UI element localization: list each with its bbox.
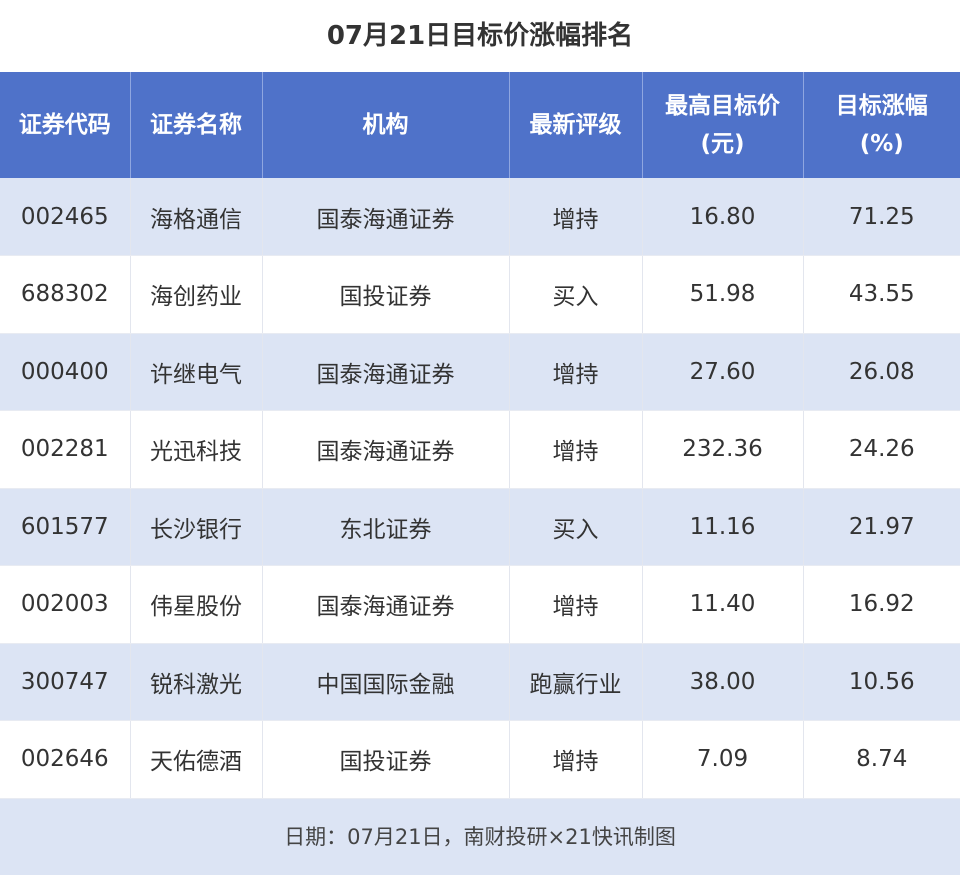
table-cell: 海格通信 bbox=[130, 178, 263, 256]
table-header: 证券代码 证券名称 机构 最新评级 最高目标价 (元) 目标涨幅 (%) bbox=[0, 72, 960, 178]
column-header: 证券名称 bbox=[130, 72, 263, 178]
column-header: 机构 bbox=[262, 72, 510, 178]
column-header-unit: (%) bbox=[859, 131, 904, 157]
table-cell: 买入 bbox=[509, 255, 643, 334]
table-cell: 7.09 bbox=[642, 720, 804, 799]
table-cell: 许继电气 bbox=[130, 333, 263, 411]
table-cell: 增持 bbox=[509, 720, 643, 799]
table-cell: 43.55 bbox=[803, 255, 960, 334]
table-row: 688302 海创药业 国投证券 买入 51.98 43.55 bbox=[0, 255, 960, 334]
column-header-label: 证券代码 bbox=[18, 112, 111, 138]
table-cell: 232.36 bbox=[642, 410, 804, 489]
table-cell: 国泰海通证券 bbox=[262, 178, 510, 256]
column-header-label: 目标涨幅 bbox=[835, 93, 928, 119]
column-header-label: 机构 bbox=[362, 112, 409, 138]
table-cell: 国泰海通证券 bbox=[262, 410, 510, 489]
table-cell: 买入 bbox=[509, 488, 643, 566]
table-cell: 26.08 bbox=[803, 333, 960, 411]
column-header-label: 最新评级 bbox=[529, 112, 622, 138]
column-header: 最新评级 bbox=[509, 72, 643, 178]
table-row: 002003 伟星股份 国泰海通证券 增持 11.40 16.92 bbox=[0, 565, 960, 644]
column-header: 目标涨幅 (%) bbox=[803, 72, 960, 178]
table-cell: 海创药业 bbox=[130, 255, 263, 334]
table-row: 002281 光迅科技 国泰海通证券 增持 232.36 24.26 bbox=[0, 410, 960, 489]
table-cell: 16.80 bbox=[642, 178, 804, 256]
table-cell: 27.60 bbox=[642, 333, 804, 411]
table-cell: 锐科激光 bbox=[130, 643, 263, 721]
table-cell: 002281 bbox=[0, 410, 131, 489]
table-cell: 国投证券 bbox=[262, 255, 510, 334]
table-cell: 增持 bbox=[509, 333, 643, 411]
column-header: 证券代码 bbox=[0, 72, 131, 178]
table-cell: 24.26 bbox=[803, 410, 960, 489]
table-cell: 增持 bbox=[509, 410, 643, 489]
table-cell: 71.25 bbox=[803, 178, 960, 256]
table-cell: 国泰海通证券 bbox=[262, 565, 510, 644]
table-cell: 8.74 bbox=[803, 720, 960, 799]
table-cell: 国泰海通证券 bbox=[262, 333, 510, 411]
column-header: 最高目标价 (元) bbox=[642, 72, 804, 178]
table-cell: 国投证券 bbox=[262, 720, 510, 799]
column-header-unit: (元) bbox=[700, 131, 745, 157]
table-cell: 伟星股份 bbox=[130, 565, 263, 644]
table-title: 07月21日目标价涨幅排名 bbox=[0, 0, 960, 72]
table-row: 601577 长沙银行 东北证券 买入 11.16 21.97 bbox=[0, 488, 960, 566]
table-cell: 38.00 bbox=[642, 643, 804, 721]
table-cell: 21.97 bbox=[803, 488, 960, 566]
table-cell: 300747 bbox=[0, 643, 131, 721]
table-cell: 601577 bbox=[0, 488, 131, 566]
table-cell: 中国国际金融 bbox=[262, 643, 510, 721]
column-header-label: 证券名称 bbox=[150, 112, 242, 138]
table-cell: 增持 bbox=[509, 178, 643, 256]
table-cell: 光迅科技 bbox=[130, 410, 263, 489]
footer-note: 日期：07月21日，南财投研×21快讯制图 bbox=[0, 799, 960, 875]
table-cell: 10.56 bbox=[803, 643, 960, 721]
table-row: 002646 天佑德酒 国投证券 增持 7.09 8.74 bbox=[0, 720, 960, 799]
table-cell: 002465 bbox=[0, 178, 131, 256]
table-cell: 11.16 bbox=[642, 488, 804, 566]
table-cell: 东北证券 bbox=[262, 488, 510, 566]
table-row: 300747 锐科激光 中国国际金融 跑赢行业 38.00 10.56 bbox=[0, 643, 960, 721]
table-row: 002465 海格通信 国泰海通证券 增持 16.80 71.25 bbox=[0, 178, 960, 256]
table-cell: 11.40 bbox=[642, 565, 804, 644]
table-cell: 002003 bbox=[0, 565, 131, 644]
table-cell: 长沙银行 bbox=[130, 488, 263, 566]
table-cell: 688302 bbox=[0, 255, 131, 334]
table-body: 002465 海格通信 国泰海通证券 增持 16.80 71.25 688302 海创药业 国投… bbox=[0, 178, 960, 799]
rating-table: 证券代码 证券名称 机构 最新评级 最高目标价 (元) 目标涨幅 (%) 002465 海格通信… bbox=[0, 72, 960, 799]
column-header-label: 最高目标价 bbox=[665, 93, 780, 119]
header-row: 证券代码 证券名称 机构 最新评级 最高目标价 (元) 目标涨幅 (%) bbox=[0, 72, 960, 178]
table-row: 000400 许继电气 国泰海通证券 增持 27.60 26.08 bbox=[0, 333, 960, 411]
table-cell: 002646 bbox=[0, 720, 131, 799]
table-cell: 天佑德酒 bbox=[130, 720, 263, 799]
table-cell: 增持 bbox=[509, 565, 643, 644]
table-cell: 16.92 bbox=[803, 565, 960, 644]
table-cell: 跑赢行业 bbox=[509, 643, 643, 721]
table-cell: 000400 bbox=[0, 333, 131, 411]
table-cell: 51.98 bbox=[642, 255, 804, 334]
